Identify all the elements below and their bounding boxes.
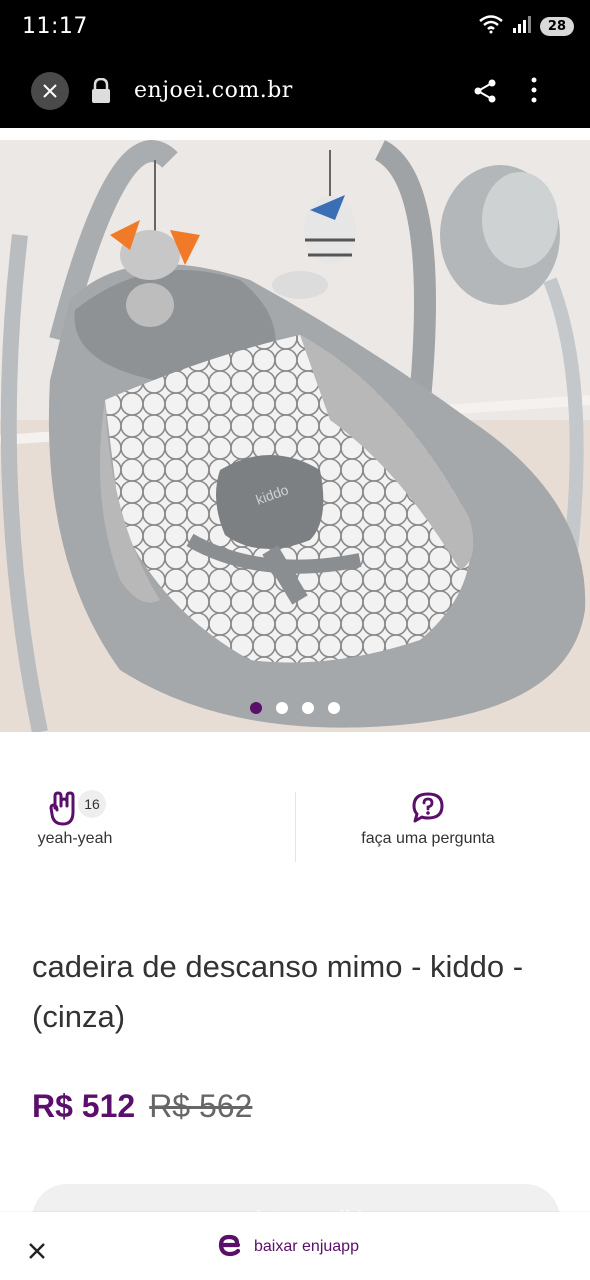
product-actions: 16 yeah-yeah faça uma pergunta xyxy=(0,780,590,870)
share-icon[interactable] xyxy=(472,78,498,109)
status-time: 11:17 xyxy=(22,14,88,39)
question-bubble-icon xyxy=(350,790,506,830)
ask-question-label: faça uma pergunta xyxy=(361,830,495,847)
browser-toolbar: enjoei.com.br xyxy=(0,56,590,128)
product-title: cadeira de descanso mimo - kiddo - (cinz… xyxy=(32,949,524,1034)
url-text[interactable]: enjoei.com.br xyxy=(134,78,293,103)
gallery-dot[interactable] xyxy=(328,702,340,714)
battery-indicator: 28 xyxy=(539,17,574,36)
enjoei-logo-icon xyxy=(216,1232,242,1263)
status-bar: 11:17 28 xyxy=(0,0,590,56)
wifi-icon xyxy=(478,14,504,39)
close-icon xyxy=(29,1243,45,1259)
close-icon xyxy=(43,84,57,98)
signal-icon xyxy=(512,14,532,39)
lock-icon xyxy=(90,77,112,109)
close-tab-button[interactable] xyxy=(31,72,69,110)
gallery-dot[interactable] xyxy=(302,702,314,714)
price-row: R$ 512 R$ 562 xyxy=(32,1088,252,1125)
app-banner: baixar enjuapp xyxy=(0,1212,590,1280)
ask-question-button[interactable]: faça uma pergunta xyxy=(350,790,506,848)
current-price: R$ 512 xyxy=(32,1088,136,1124)
yeah-yeah-label: yeah-yeah xyxy=(37,830,113,847)
status-icons: 28 xyxy=(478,14,574,39)
rock-hand-icon: 16 xyxy=(30,790,120,830)
original-price: R$ 562 xyxy=(149,1088,253,1124)
gallery-dot[interactable] xyxy=(250,702,262,714)
gallery-dot[interactable] xyxy=(276,702,288,714)
product-photo[interactable]: kiddo xyxy=(0,140,590,732)
gallery-dots[interactable] xyxy=(0,702,590,714)
download-app-link[interactable]: baixar enjuapp xyxy=(254,1238,359,1256)
more-menu-icon[interactable] xyxy=(530,76,538,109)
close-banner-button[interactable] xyxy=(28,1242,46,1265)
like-count-badge: 16 xyxy=(78,790,106,818)
yeah-yeah-button[interactable]: 16 yeah-yeah xyxy=(30,790,120,848)
divider xyxy=(295,792,296,862)
